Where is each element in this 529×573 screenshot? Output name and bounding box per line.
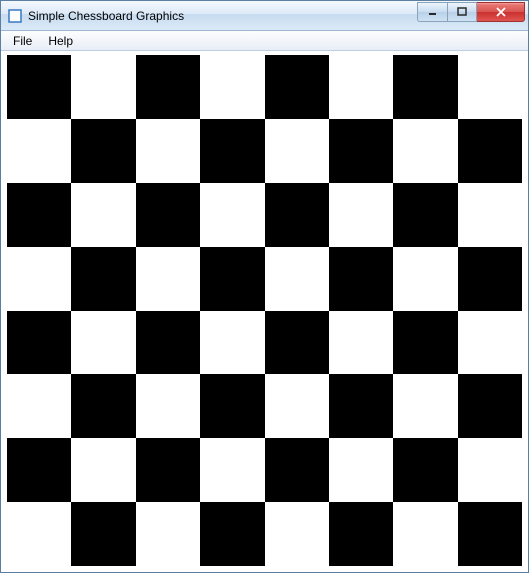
board-square [136,374,200,438]
board-square [265,502,329,566]
board-square [329,119,393,183]
board-square [458,183,522,247]
board-square [265,374,329,438]
window-title: Simple Chessboard Graphics [28,9,417,23]
board-square [71,502,135,566]
board-square [7,55,71,119]
titlebar[interactable]: Simple Chessboard Graphics [1,1,528,31]
board-square [329,374,393,438]
board-square [71,311,135,375]
board-square [458,247,522,311]
board-square [7,374,71,438]
board-square [7,311,71,375]
board-square [393,502,457,566]
menu-help[interactable]: Help [40,32,81,50]
board-square [136,119,200,183]
board-square [71,183,135,247]
menu-file[interactable]: File [5,32,40,50]
client-area [1,51,528,572]
board-square [136,247,200,311]
board-square [458,502,522,566]
app-window: Simple Chessboard Graphics File Help [0,0,529,573]
board-square [136,183,200,247]
board-square [393,55,457,119]
board-square [265,119,329,183]
close-button[interactable] [477,2,525,22]
board-square [71,119,135,183]
board-square [329,438,393,502]
board-square [71,374,135,438]
board-square [265,438,329,502]
board-square [393,183,457,247]
board-square [71,55,135,119]
minimize-button[interactable] [417,2,447,22]
board-square [265,55,329,119]
board-square [393,119,457,183]
window-controls [417,2,525,22]
board-square [393,438,457,502]
board-square [393,374,457,438]
board-square [7,119,71,183]
board-square [458,438,522,502]
board-square [329,502,393,566]
board-square [7,183,71,247]
menubar: File Help [1,31,528,51]
app-icon [7,8,23,24]
board-square [265,183,329,247]
board-square [200,119,264,183]
board-square [329,311,393,375]
board-square [200,247,264,311]
maximize-button[interactable] [447,2,477,22]
board-square [329,247,393,311]
board-square [458,55,522,119]
board-square [200,374,264,438]
board-square [71,438,135,502]
board-square [200,311,264,375]
board-square [329,55,393,119]
board-square [200,502,264,566]
board-square [7,438,71,502]
board-square [136,502,200,566]
board-square [265,311,329,375]
board-square [7,247,71,311]
board-square [136,311,200,375]
board-square [7,502,71,566]
board-square [393,311,457,375]
board-square [329,183,393,247]
board-square [200,183,264,247]
board-square [136,55,200,119]
board-square [200,55,264,119]
board-square [458,374,522,438]
board-square [71,247,135,311]
board-square [393,247,457,311]
board-square [458,311,522,375]
board-square [458,119,522,183]
chessboard [7,55,522,566]
board-square [265,247,329,311]
board-square [200,438,264,502]
board-square [136,438,200,502]
